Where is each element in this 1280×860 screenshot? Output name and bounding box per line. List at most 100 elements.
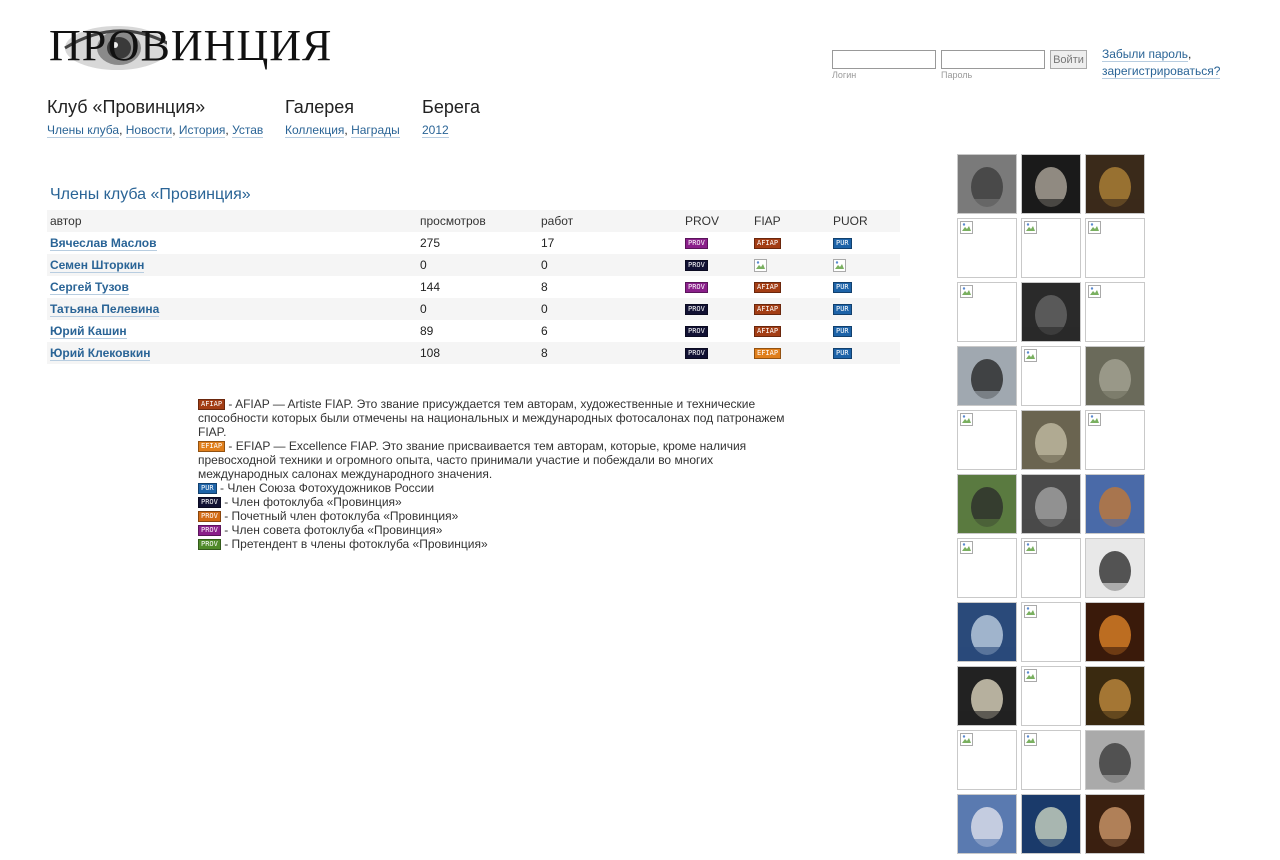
gallery-thumbnail[interactable]: [1085, 218, 1145, 278]
cell-author: Сергей Тузов: [47, 276, 417, 298]
fiap-badge: AFIAP: [754, 238, 782, 250]
gallery-thumbnail[interactable]: [1021, 474, 1081, 534]
member-name-link[interactable]: Сергей Тузов: [50, 280, 129, 295]
nav-link-collection[interactable]: Коллекция: [285, 123, 345, 138]
gallery-thumbnail[interactable]: [1021, 218, 1081, 278]
password-input[interactable]: [941, 50, 1045, 69]
gallery-thumbnail[interactable]: [957, 410, 1017, 470]
login-caption: Логин: [832, 70, 857, 80]
nav-shores-links: 2012: [422, 123, 480, 138]
gallery-thumbnail[interactable]: [957, 474, 1017, 534]
cell-views: 275: [420, 236, 441, 250]
nav-link-awards[interactable]: Награды: [351, 123, 400, 138]
legend-item: PROV - Член совета фотоклуба «Провинция»: [198, 523, 798, 537]
login-input[interactable]: [832, 50, 936, 69]
register-link[interactable]: зарегистрироваться?: [1102, 64, 1221, 79]
nav-club: Клуб «Провинция» Члены клуба, Новости, И…: [47, 96, 264, 138]
cell-fiap: [751, 254, 830, 276]
legend-text: - Член Союза Фотохудожников России: [216, 481, 435, 495]
nav-link-history[interactable]: История: [178, 123, 226, 138]
gallery-thumbnail[interactable]: [957, 154, 1017, 214]
member-name-link[interactable]: Татьяна Пелевина: [50, 302, 160, 317]
cell-fiap: AFIAP: [751, 298, 830, 320]
broken-image-icon: [958, 411, 1016, 469]
cell-puor: PUR: [830, 298, 900, 320]
nav-link-members[interactable]: Члены клуба: [47, 123, 120, 138]
gallery-thumbnail[interactable]: [1085, 346, 1145, 406]
photo-thumbnail-image: [1022, 155, 1080, 213]
site-logo[interactable]: ПРОВИНЦИЯ: [47, 18, 331, 78]
table-row: Юрий Кашин 89 6 PROV AFIAP PUR: [47, 320, 900, 342]
cell-fiap: AFIAP: [751, 232, 830, 254]
nav-link-news[interactable]: Новости: [125, 123, 173, 138]
cell-prov: PROV: [682, 320, 751, 342]
cell-works: 0: [538, 254, 682, 276]
cell-author: Татьяна Пелевина: [47, 298, 417, 320]
cell-views: 0: [417, 298, 538, 320]
table-row: Сергей Тузов 144 8 PROV AFIAP PUR: [47, 276, 900, 298]
legend-item: PROV - Почетный член фотоклуба «Провинци…: [198, 509, 798, 523]
table-row: Татьяна Пелевина 0 0 PROV AFIAP PUR: [47, 298, 900, 320]
fiap-badge: AFIAP: [754, 282, 782, 294]
gallery-thumbnail[interactable]: [957, 346, 1017, 406]
gallery-thumbnail[interactable]: [1085, 538, 1145, 598]
legend-badge: PROV: [198, 511, 221, 523]
broken-image-icon: [1022, 539, 1080, 597]
gallery-thumbnail[interactable]: [1021, 154, 1081, 214]
pur-badge: PUR: [833, 282, 852, 294]
cell-works: 17: [541, 236, 555, 250]
gallery-thumbnail[interactable]: [1085, 730, 1145, 790]
nav-link-charter[interactable]: Устав: [232, 123, 264, 138]
gallery-thumbnail[interactable]: [1085, 666, 1145, 726]
member-name-link[interactable]: Семен Шторкин: [50, 258, 145, 273]
gallery-thumbnail[interactable]: [957, 282, 1017, 342]
cell-author: Вячеслав Маслов: [47, 232, 417, 254]
cell-views: 144: [420, 280, 441, 294]
cell-prov: PROV: [682, 254, 751, 276]
cell-author: Семен Шторкин: [47, 254, 417, 276]
gallery-thumbnail[interactable]: [1085, 602, 1145, 662]
broken-image-icon: [833, 259, 846, 273]
gallery-thumbnail[interactable]: [1021, 730, 1081, 790]
gallery-thumbnail[interactable]: [957, 538, 1017, 598]
gallery-thumbnail[interactable]: [1021, 666, 1081, 726]
gallery-thumbnail[interactable]: [1085, 474, 1145, 534]
gallery-thumbnail[interactable]: [957, 602, 1017, 662]
photo-thumbnail-image: [1086, 667, 1144, 725]
legend-badge: PUR: [198, 483, 217, 495]
member-name-link[interactable]: Вячеслав Маслов: [50, 236, 157, 251]
gallery-thumbnail[interactable]: [957, 666, 1017, 726]
members-table: автор просмотров работ PROV FIAP PUOR Вя…: [47, 210, 900, 364]
gallery-thumbnail[interactable]: [1021, 538, 1081, 598]
nav-link-2012[interactable]: 2012: [422, 123, 449, 138]
gallery-thumbnail[interactable]: [1085, 282, 1145, 342]
gallery-thumbnail[interactable]: [1021, 346, 1081, 406]
legend-item: EFIAP - EFIAP — Excellence FIAP. Это зва…: [198, 439, 798, 481]
cell-prov: PROV: [682, 342, 751, 364]
gallery-thumbnail[interactable]: [1021, 602, 1081, 662]
member-name-link[interactable]: Юрий Кашин: [50, 324, 127, 339]
gallery-thumbnail[interactable]: [957, 218, 1017, 278]
gallery-thumbnail[interactable]: [1085, 794, 1145, 854]
col-fiap: FIAP: [751, 210, 830, 232]
login-button[interactable]: Войти: [1050, 50, 1087, 69]
broken-image-icon: [1086, 219, 1144, 277]
legend-text: - Член совета фотоклуба «Провинция»: [220, 523, 443, 537]
gallery-thumbnail[interactable]: [957, 794, 1017, 854]
legend-badge: PROV: [198, 539, 221, 551]
fiap-badge: EFIAP: [754, 348, 782, 360]
gallery-thumbnail[interactable]: [1021, 282, 1081, 342]
legend-text: - Почетный член фотоклуба «Провинция»: [220, 509, 459, 523]
cell-author: Юрий Клековкин: [47, 342, 417, 364]
gallery-thumbnail[interactable]: [1085, 410, 1145, 470]
member-name-link[interactable]: Юрий Клековкин: [50, 346, 151, 361]
gallery-thumbnail[interactable]: [1085, 154, 1145, 214]
gallery-thumbnail[interactable]: [1021, 794, 1081, 854]
broken-image-icon: [958, 219, 1016, 277]
broken-image-icon: [1022, 731, 1080, 789]
col-puor: PUOR: [830, 210, 900, 232]
gallery-thumbnail[interactable]: [957, 730, 1017, 790]
nav-shores-title: Берега: [422, 97, 481, 117]
gallery-thumbnail[interactable]: [1021, 410, 1081, 470]
forgot-password-link[interactable]: Забыли пароль: [1102, 47, 1188, 62]
